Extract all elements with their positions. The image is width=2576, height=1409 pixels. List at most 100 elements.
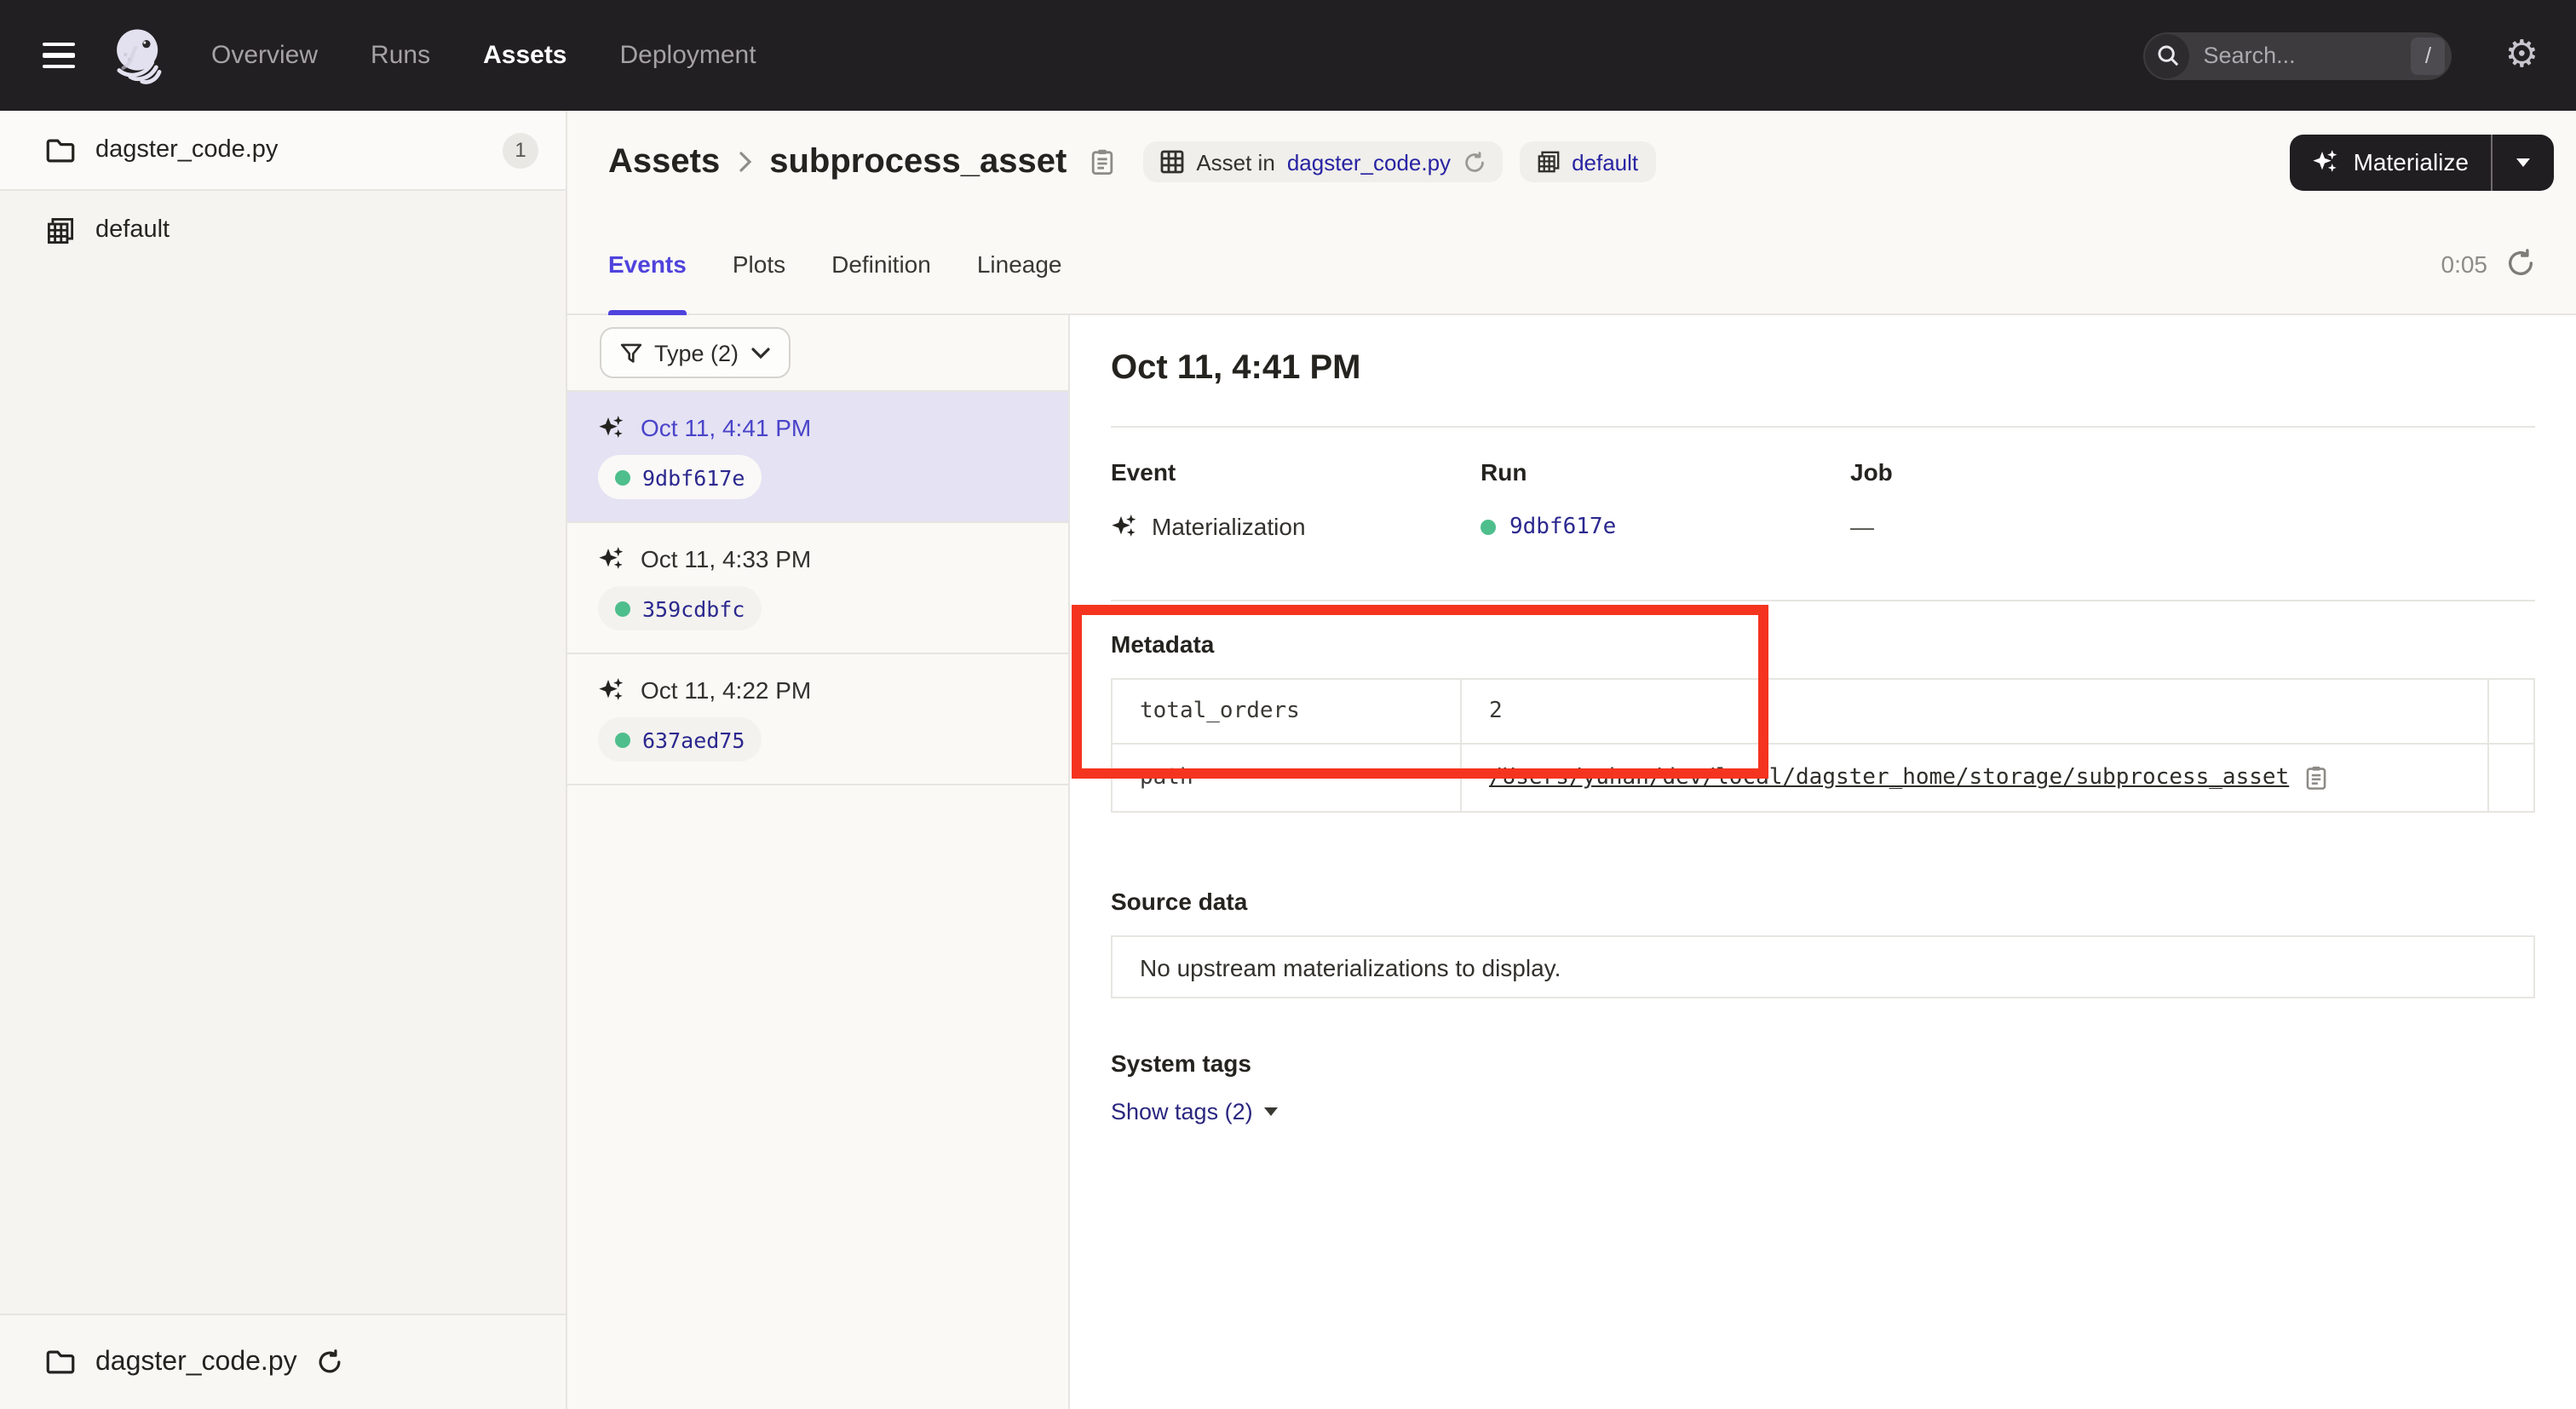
copy-icon[interactable]	[2304, 765, 2326, 791]
sidebar-item-default-group[interactable]: default	[0, 191, 566, 269]
asset-page: Assets subprocess_asset	[567, 111, 2576, 1409]
run-id: 9dbf617e	[642, 464, 745, 490]
job-value-empty: —	[1850, 513, 1874, 540]
path-link[interactable]: /Users/yuhan/dev/local/dagster_home/stor…	[1489, 765, 2289, 791]
materialize-label: Materialize	[2354, 148, 2469, 175]
metadata-key-cell: total_orders	[1113, 680, 1462, 745]
source-data-empty-text: No upstream materializations to display.	[1140, 953, 1561, 981]
metadata-value-cell: 2	[1462, 680, 2489, 745]
refresh-icon[interactable]	[1463, 151, 1485, 173]
metadata-action-cell	[2489, 680, 2533, 745]
chevron-right-icon	[737, 150, 752, 174]
folder-icon	[46, 1349, 75, 1375]
asset-tag-link[interactable]: dagster_code.py	[1287, 149, 1451, 175]
event-list-panel: Type (2) Oct 11, 4:41 PM	[567, 315, 1070, 1409]
repo-icon	[1536, 150, 1560, 174]
tab-events[interactable]: Events	[608, 213, 687, 313]
run-id: 637aed75	[642, 727, 745, 752]
event-list-item[interactable]: Oct 11, 4:22 PM 637aed75	[567, 654, 1068, 785]
sidebar-item-code-location[interactable]: dagster_code.py 1	[0, 111, 566, 191]
copy-icon[interactable]	[1090, 148, 1114, 175]
primary-nav: Overview Runs Assets Deployment	[211, 41, 756, 70]
event-list-item[interactable]: Oct 11, 4:33 PM 359cdbfc	[567, 523, 1068, 654]
run-status-dot	[615, 732, 630, 747]
show-tags-button[interactable]: Show tags (2)	[1111, 1099, 1279, 1124]
tab-definition[interactable]: Definition	[831, 213, 931, 313]
source-data-empty-state: No upstream materializations to display.	[1111, 935, 2535, 998]
materialization-icon	[1111, 513, 1138, 540]
source-data-heading: Source data	[1111, 888, 2535, 917]
sidebar-footer-label: dagster_code.py	[95, 1347, 297, 1377]
page-title: subprocess_asset	[769, 142, 1067, 181]
search-placeholder: Search...	[2204, 43, 2412, 68]
dagster-app-window: Overview Runs Assets Deployment Search..…	[0, 0, 2576, 1409]
event-date-link[interactable]: Oct 11, 4:41 PM	[641, 414, 811, 441]
event-filter-bar: Type (2)	[567, 315, 1068, 392]
run-status-dot	[615, 469, 630, 485]
repo-icon	[46, 216, 75, 244]
sidebar-footer-code-location[interactable]: dagster_code.py	[0, 1314, 566, 1409]
asset-tabs: Events Plots Definition Lineage 0:05	[567, 213, 2576, 315]
run-status-dot	[1481, 519, 1496, 534]
workspace-sidebar: dagster_code.py 1 default dagster_code.p…	[0, 111, 567, 1409]
sidebar-item-label: dagster_code.py	[95, 136, 278, 164]
metadata-key-cell: path	[1113, 745, 1462, 811]
asset-tag-link[interactable]: default	[1572, 149, 1638, 175]
event-label: Event	[1111, 458, 1481, 487]
breadcrumb: Assets subprocess_asset	[608, 142, 1114, 181]
search-input[interactable]: Search... /	[2144, 32, 2452, 79]
materialization-icon	[598, 545, 625, 572]
top-nav: Overview Runs Assets Deployment Search..…	[0, 0, 2576, 111]
refresh-icon[interactable]	[2506, 249, 2535, 278]
event-date-link[interactable]: Oct 11, 4:22 PM	[641, 676, 811, 704]
slash-shortcut-badge: /	[2412, 37, 2446, 74]
metadata-value-cell: /Users/yuhan/dev/local/dagster_home/stor…	[1462, 745, 2489, 811]
search-icon	[2146, 33, 2190, 78]
run-status-dot	[615, 601, 630, 616]
event-date-link[interactable]: Oct 11, 4:33 PM	[641, 545, 811, 572]
asset-group-tag[interactable]: default	[1519, 141, 1655, 182]
asset-location-tag[interactable]: Asset in dagster_code.py	[1143, 141, 1502, 182]
folder-icon	[46, 137, 75, 163]
asset-grid-icon	[1160, 150, 1184, 174]
event-detail-panel: Oct 11, 4:41 PM Event Materi	[1070, 315, 2576, 1409]
reload-icon[interactable]	[318, 1349, 343, 1375]
nav-runs[interactable]: Runs	[371, 41, 430, 70]
metadata-heading: Metadata	[1111, 630, 2535, 659]
asset-count-badge: 1	[503, 132, 538, 168]
dagster-logo	[107, 24, 170, 87]
run-id: 359cdbfc	[642, 595, 745, 621]
metadata-action-cell	[2489, 745, 2533, 811]
hamburger-menu-icon[interactable]	[43, 43, 75, 68]
event-type-value: Materialization	[1152, 513, 1306, 540]
asset-header: Assets subprocess_asset	[567, 111, 2576, 213]
materialization-icon	[598, 676, 625, 704]
nav-deployment[interactable]: Deployment	[620, 41, 756, 70]
nav-overview[interactable]: Overview	[211, 41, 318, 70]
sparkle-icon	[2313, 148, 2340, 175]
run-id-pill[interactable]: 637aed75	[598, 717, 762, 762]
materialize-button[interactable]: Materialize	[2291, 148, 2491, 175]
type-filter-button[interactable]: Type (2)	[600, 327, 790, 378]
event-list-item[interactable]: Oct 11, 4:41 PM 9dbf617e	[567, 392, 1068, 523]
materialize-dropdown-button[interactable]	[2493, 158, 2554, 166]
tab-plots[interactable]: Plots	[733, 213, 785, 313]
gear-icon[interactable]: ⚙	[2505, 37, 2539, 74]
refresh-timer: 0:05	[2441, 249, 2536, 278]
materialize-split-button: Materialize	[2291, 134, 2554, 190]
system-tags-heading: System tags	[1111, 1050, 2535, 1078]
run-id-pill[interactable]: 359cdbfc	[598, 586, 762, 630]
run-id-link[interactable]: 9dbf617e	[1509, 514, 1616, 539]
tab-lineage[interactable]: Lineage	[977, 213, 1062, 313]
timer-value: 0:05	[2441, 250, 2488, 277]
breadcrumb-assets[interactable]: Assets	[608, 142, 720, 181]
event-detail-title: Oct 11, 4:41 PM	[1111, 344, 2535, 392]
materialization-icon	[598, 414, 625, 441]
filter-icon	[620, 342, 642, 364]
metadata-table: total_orders 2 path /Users/yuhan/dev/loc…	[1111, 678, 2535, 813]
asset-tag-prefix: Asset in	[1196, 149, 1275, 175]
show-tags-label: Show tags (2)	[1111, 1099, 1253, 1124]
sidebar-item-label: default	[95, 216, 170, 244]
run-id-pill[interactable]: 9dbf617e	[598, 455, 762, 499]
nav-assets[interactable]: Assets	[483, 41, 566, 70]
